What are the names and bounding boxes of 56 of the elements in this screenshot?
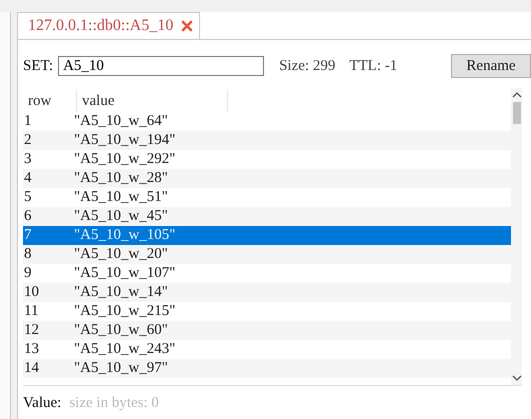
value-cell: "A5_10_w_60" — [74, 321, 168, 340]
ttl-label: TTL: -1 — [349, 58, 398, 74]
table-row[interactable]: 2 "A5_10_w_194" — [23, 131, 511, 150]
tab[interactable]: 127.0.0.1::db0::A5_10 — [17, 12, 200, 39]
row-number: 8 — [23, 245, 32, 264]
row-number: 6 — [23, 207, 32, 226]
type-label: SET: — [23, 58, 54, 74]
value-cell: "A5_10_w_28" — [74, 169, 168, 188]
row-number: 3 — [23, 150, 32, 169]
close-icon[interactable] — [181, 20, 194, 32]
value-cell: "A5_10_w_20" — [74, 245, 168, 264]
size-label: Size: 299 — [279, 58, 336, 74]
column-header[interactable]: value — [77, 90, 228, 112]
key-name-field[interactable]: A5_10 — [58, 56, 264, 76]
value-label: Value: — [23, 395, 62, 412]
value-cell: "A5_10_w_194" — [74, 131, 176, 150]
row-number: 7 — [23, 226, 32, 245]
table-row[interactable]: 5 "A5_10_w_51" — [23, 188, 511, 207]
table-row[interactable]: 6 "A5_10_w_45" — [23, 207, 511, 226]
value-cell: "A5_10_w_105" — [74, 226, 176, 245]
row-number: 1 — [23, 112, 32, 131]
scroll-thumb[interactable] — [512, 102, 520, 124]
table-row[interactable]: 7 "A5_10_w_105" — [23, 226, 511, 245]
scrollbar[interactable] — [511, 88, 522, 385]
value-cell: "A5_10_w_243" — [74, 340, 176, 359]
table-row[interactable]: 8 "A5_10_w_20" — [23, 245, 511, 264]
row-number: 5 — [23, 188, 32, 207]
row-number: 9 — [23, 264, 32, 283]
table-row[interactable]: 12 "A5_10_w_60" — [23, 321, 511, 340]
row-number: 11 — [23, 302, 40, 321]
row-number: 2 — [23, 131, 32, 150]
value-cell: "A5_10_w_64" — [74, 112, 168, 131]
table-row[interactable]: 1 "A5_10_w_64" — [23, 112, 511, 131]
row-number: 14 — [23, 359, 40, 378]
table-row[interactable]: 10 "A5_10_w_14" — [23, 283, 511, 302]
row-number: 12 — [23, 321, 40, 340]
value-cell: "A5_10_w_51" — [74, 188, 168, 207]
scroll-down-icon[interactable] — [512, 374, 522, 382]
table-row[interactable]: 14 "A5_10_w_97" — [23, 359, 511, 378]
table-row[interactable]: 11 "A5_10_w_215" — [23, 302, 511, 321]
value-cell: "A5_10_w_292" — [74, 150, 176, 169]
row-number: 13 — [23, 340, 40, 359]
value-cell: "A5_10_w_107" — [74, 264, 176, 283]
table-row[interactable]: 3 "A5_10_w_292" — [23, 150, 511, 169]
row-number: 10 — [23, 283, 40, 302]
row-number: 4 — [23, 169, 32, 188]
column-header[interactable]: row — [23, 90, 77, 112]
value-cell: "A5_10_w_215" — [74, 302, 176, 321]
value-cell: "A5_10_w_14" — [74, 283, 168, 302]
table-row[interactable]: 9 "A5_10_w_107" — [23, 264, 511, 283]
table-row[interactable]: 13 "A5_10_w_243" — [23, 340, 511, 359]
rename-button[interactable]: Rename — [451, 54, 531, 78]
value-cell: "A5_10_w_97" — [74, 359, 168, 378]
table-row[interactable]: 4 "A5_10_w_28" — [23, 169, 511, 188]
scroll-up-icon[interactable] — [512, 91, 522, 99]
value-cell: "A5_10_w_45" — [74, 207, 168, 226]
